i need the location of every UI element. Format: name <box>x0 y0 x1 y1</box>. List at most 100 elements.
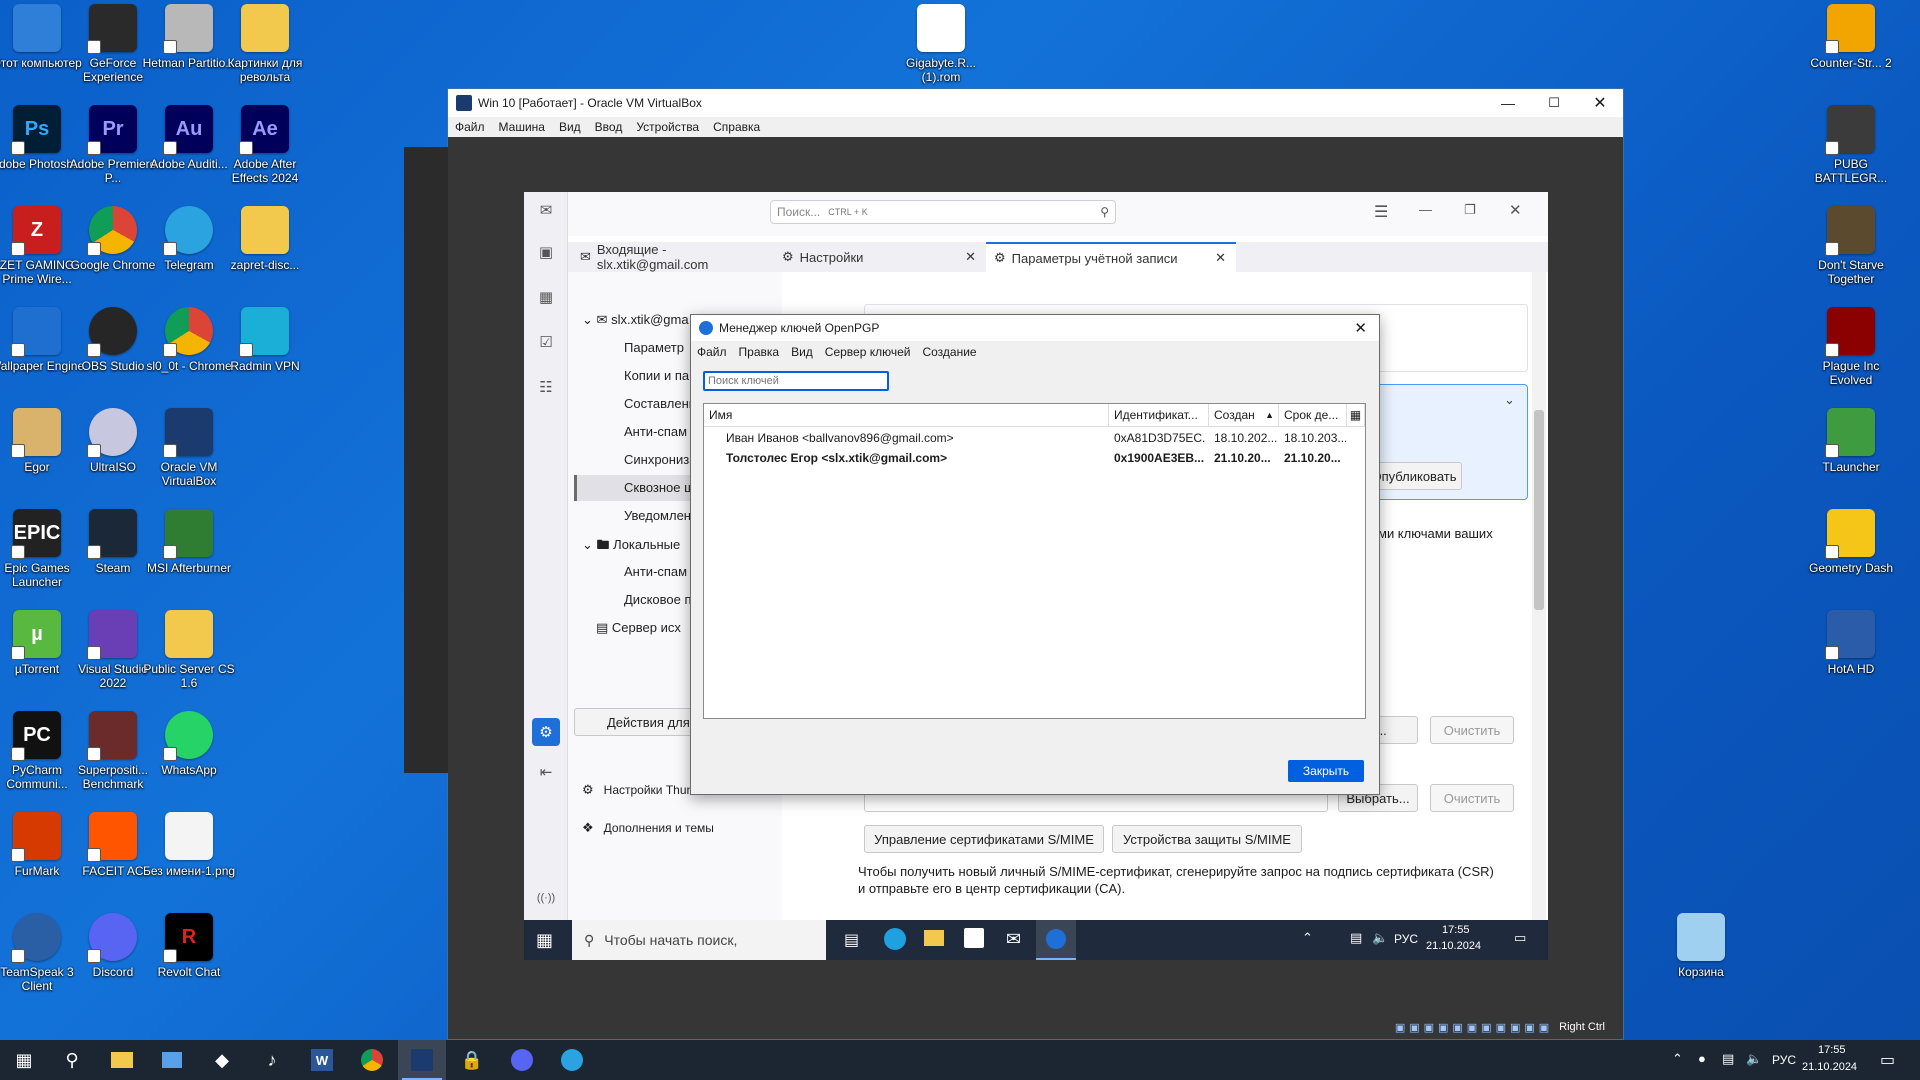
account-tree-node[interactable]: ⌄ ✉ slx.xtik@gma <box>582 312 689 328</box>
tree-item[interactable]: Анти-спам <box>624 564 687 579</box>
lock-app-icon[interactable]: 🔒 <box>448 1040 496 1080</box>
mail-icon[interactable]: ✉ <box>1006 929 1021 950</box>
music-icon[interactable]: ♪ <box>248 1040 296 1080</box>
chevron-down-icon[interactable]: ⌄ <box>1504 392 1515 408</box>
collapse-sidebar-icon[interactable]: ⇤ <box>532 758 560 786</box>
table-row[interactable]: Толстолес Егор <slx.xtik@gmail.com> 0x19… <box>704 448 1365 468</box>
virtualbox-titlebar[interactable]: Win 10 [Работает] - Oracle VM VirtualBox… <box>448 89 1623 117</box>
control-panel-icon[interactable] <box>148 1040 196 1080</box>
account-actions-button[interactable]: Действия для <box>574 708 704 736</box>
key-search-input[interactable] <box>703 371 889 391</box>
store-icon[interactable] <box>964 928 984 948</box>
guest-close-button[interactable]: ✕ <box>1509 201 1522 219</box>
smime-security-devices-button[interactable]: Устройства защиты S/MIME <box>1112 825 1302 853</box>
desktop-icon[interactable]: Don't Starve Together <box>1805 206 1897 302</box>
maximize-button[interactable]: ☐ <box>1531 95 1577 111</box>
desktop-icon[interactable]: Картинки для револьта <box>219 4 311 100</box>
menu-view[interactable]: Вид <box>785 345 819 359</box>
windows-start-icon[interactable]: ▦ <box>0 1040 48 1080</box>
notification-icon[interactable]: ▭ <box>1514 930 1526 946</box>
close-dialog-button[interactable]: Закрыть <box>1288 760 1364 782</box>
menu-create[interactable]: Создание <box>916 345 982 359</box>
tab-close-icon[interactable]: ✕ <box>965 249 976 265</box>
column-picker-icon[interactable]: ▦ <box>1347 404 1365 426</box>
menu-file[interactable]: Файл <box>691 345 733 359</box>
local-folders-node[interactable]: ⌄ 🖿 Локальные <box>582 536 680 558</box>
column-header-expires[interactable]: Срок де... <box>1279 404 1347 426</box>
content-scrollbar[interactable] <box>1532 272 1546 920</box>
clear-button[interactable]: Очистить <box>1430 716 1514 744</box>
telegram-icon[interactable] <box>548 1040 596 1080</box>
desktop-icon[interactable]: R Revolt Chat <box>143 913 235 1009</box>
volume-icon[interactable]: 🔈 <box>1746 1051 1762 1067</box>
menu-devices[interactable]: Устройства <box>629 120 706 134</box>
menu-help[interactable]: Справка <box>706 120 767 134</box>
network-icon[interactable]: ▤ <box>1722 1051 1734 1067</box>
host-lang[interactable]: РУС <box>1772 1053 1796 1067</box>
menu-edit[interactable]: Правка <box>733 345 786 359</box>
tree-item[interactable]: Дисковое п <box>624 592 692 607</box>
desktop-icon[interactable]: Counter-Str... 2 <box>1805 4 1897 100</box>
desktop-icon[interactable]: Plague Inc Evolved <box>1805 307 1897 403</box>
tree-item[interactable]: Составлени <box>624 396 696 411</box>
desktop-icon[interactable]: Radmin VPN <box>219 307 311 403</box>
desktop-icon[interactable]: zapret-disc... <box>219 206 311 302</box>
global-search-input[interactable]: Поиск... CTRL + K ⚲ <box>770 200 1116 224</box>
clear-button[interactable]: Очистить <box>1430 784 1514 812</box>
gpu-app-icon[interactable]: ◆ <box>198 1040 246 1080</box>
word-icon[interactable]: W <box>298 1040 346 1080</box>
desktop-icon[interactable]: TLauncher <box>1805 408 1897 504</box>
desktop-icon[interactable]: Ae Adobe After Effects 2024 <box>219 105 311 201</box>
app-menu-icon[interactable]: ☰ <box>1374 202 1388 222</box>
discord-icon[interactable] <box>498 1040 546 1080</box>
guest-lang[interactable]: РУС <box>1394 932 1418 946</box>
desktop-icon[interactable]: Oracle VM VirtualBox <box>143 408 235 504</box>
dialog-titlebar[interactable]: Менеджер ключей OpenPGP ✕ <box>691 315 1379 341</box>
file-explorer-icon[interactable] <box>924 930 944 946</box>
column-header-created[interactable]: Создан ▲ <box>1209 404 1279 426</box>
tree-item-selected[interactable]: Сквозное ш <box>624 480 695 495</box>
search-icon[interactable]: ⚲ <box>48 1040 96 1080</box>
menu-input[interactable]: Ввод <box>588 120 630 134</box>
mail-icon[interactable]: ✉ <box>532 196 560 224</box>
desktop-icon[interactable]: Корзина <box>1655 913 1747 1009</box>
address-book-icon[interactable]: ▣ <box>532 238 560 266</box>
tab-settings[interactable]: ⚙ Настройки ✕ <box>782 242 982 272</box>
desktop-icon[interactable]: Geometry Dash <box>1805 509 1897 605</box>
menu-machine[interactable]: Машина <box>492 120 552 134</box>
desktop-icon[interactable]: Без имени-1.png <box>143 812 235 908</box>
chrome-icon[interactable] <box>348 1040 396 1080</box>
minimize-button[interactable]: — <box>1485 95 1531 111</box>
windows-start-icon[interactable]: ▦ <box>536 930 553 951</box>
close-button[interactable]: ✕ <box>1577 93 1623 113</box>
guest-restore-button[interactable]: ❐ <box>1464 202 1476 218</box>
chat-icon[interactable]: ☷ <box>532 373 560 401</box>
thunderbird-taskbar-icon[interactable] <box>1036 920 1076 960</box>
tree-item[interactable]: Параметр <box>624 340 684 355</box>
notification-icon[interactable]: ▭ <box>1880 1050 1895 1070</box>
edge-icon[interactable] <box>884 928 906 950</box>
desktop-icon[interactable]: Gigabyte.R... (1).rom <box>895 4 987 100</box>
publish-button[interactable]: Опубликовать <box>1366 462 1462 490</box>
virtualbox-taskbar-icon[interactable] <box>398 1040 446 1080</box>
task-view-icon[interactable]: ▤ <box>844 930 859 950</box>
addons-themes-link[interactable]: ❖ Дополнения и темы <box>582 820 714 836</box>
tray-chevron-icon[interactable]: ⌃ <box>1672 1051 1683 1067</box>
tray-chevron-icon[interactable]: ⌃ <box>1302 930 1313 946</box>
menu-keyserver[interactable]: Сервер ключей <box>819 345 917 359</box>
manage-smime-certificates-button[interactable]: Управление сертификатами S/MIME <box>864 825 1104 853</box>
tab-inbox[interactable]: ✉ Входящие - slx.xtik@gmail.com <box>580 242 780 272</box>
tree-item[interactable]: Уведомлен <box>624 508 691 523</box>
column-header-id[interactable]: Идентификат... <box>1109 404 1209 426</box>
guest-minimize-button[interactable]: — <box>1419 202 1432 217</box>
outgoing-server-node[interactable]: ▤ Сервер исх <box>596 620 681 636</box>
desktop-icon[interactable]: PUBG BATTLEGR... <box>1805 105 1897 201</box>
guest-search-box[interactable]: ⚲ Чтобы начать поиск, <box>572 920 826 960</box>
desktop-icon[interactable]: MSI Afterburner <box>143 509 235 605</box>
file-explorer-icon[interactable] <box>98 1040 146 1080</box>
volume-icon[interactable]: 🔈 <box>1372 930 1388 946</box>
table-row[interactable]: Иван Иванов <ballvanov896@gmail.com> 0xA… <box>704 428 1365 448</box>
tree-item[interactable]: Анти-спам <box>624 424 687 439</box>
desktop-icon[interactable]: Public Server CS 1.6 <box>143 610 235 706</box>
settings-gear-icon[interactable]: ⚙ <box>532 718 560 746</box>
